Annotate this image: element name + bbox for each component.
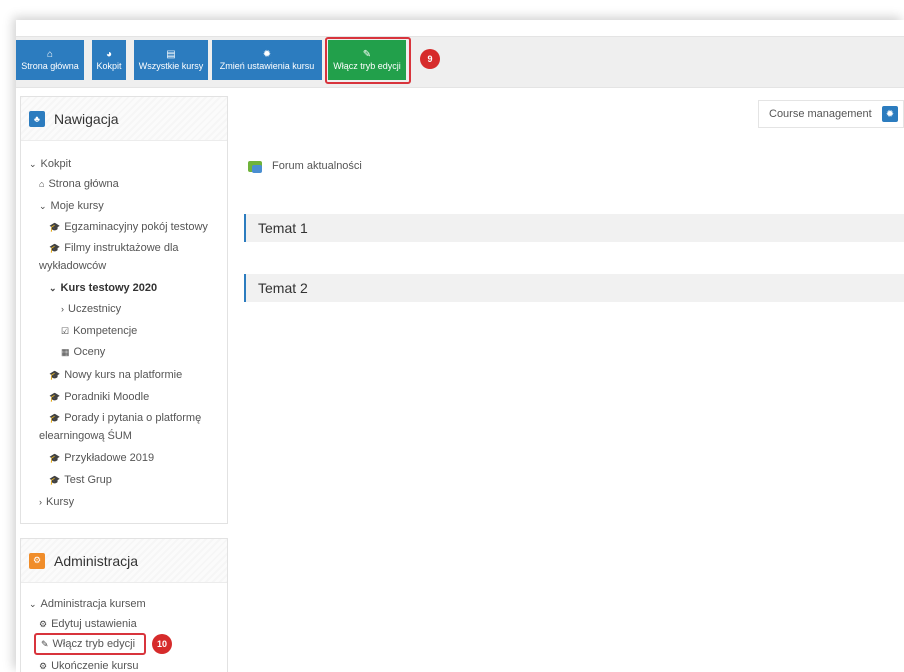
graduation-cap-icon: 🎓	[49, 222, 61, 232]
nav-course-item[interactable]: 🎓 Przykładowe 2019	[49, 449, 154, 467]
admin-edit-mode-highlight	[34, 633, 146, 655]
forum-icon	[248, 160, 262, 173]
gear-icon: ✹	[882, 106, 898, 122]
nav-item-home[interactable]: ⌂ Strona główna	[39, 175, 119, 193]
nav-course-item[interactable]: 🎓 Nowy kurs na platformie	[49, 366, 182, 384]
nav-course-item[interactable]: 🎓 Poradniki Moodle	[49, 388, 149, 406]
navigation-header: ♣ Nawigacja	[21, 97, 227, 141]
graduation-cap-icon: 🎓	[49, 370, 61, 380]
nav-item-competencies[interactable]: ☑ Kompetencje	[61, 322, 137, 340]
nav-course-item[interactable]: 🎓 Test Grup	[49, 471, 112, 489]
chevron-down-icon: ⌄	[29, 159, 37, 169]
sitemap-icon: ♣	[29, 110, 45, 127]
dashboard-icon: ◕	[105, 48, 113, 60]
administration-title: Administracja	[54, 552, 139, 569]
chevron-down-icon: ⌄	[49, 283, 57, 293]
chevron-right-icon: ›	[39, 497, 42, 507]
section-header[interactable]: Temat 1	[244, 214, 904, 242]
home-icon: ⌂	[39, 179, 45, 189]
admin-item-course-admin[interactable]: ⌄ Administracja kursem	[29, 595, 146, 613]
nav-item-participants[interactable]: › Uczestnicy	[61, 300, 121, 318]
step-badge-10: 10	[152, 634, 172, 654]
nav-item-current-course[interactable]: ⌄ Kurs testowy 2020	[49, 279, 157, 297]
nav-course-item[interactable]: 🎓 Porady i pytania o platformę	[49, 409, 201, 427]
home-button[interactable]: ⌂ Strona główna	[16, 40, 84, 80]
all-courses-button[interactable]: ▤ Wszystkie kursy	[134, 40, 208, 80]
nav-item-my-courses[interactable]: ⌄ Moje kursy	[39, 197, 104, 215]
nav-item-kokpit[interactable]: ⌄ Kokpit	[29, 155, 71, 173]
edit-mode-highlight	[325, 37, 411, 84]
checkbox-icon: ☑	[61, 326, 70, 336]
top-toolbar: ⌂ Strona główna ◕ Kokpit ▤ Wszystkie kur…	[16, 36, 904, 88]
nav-course-item-continued[interactable]: wykładowców	[39, 257, 106, 275]
administration-block: ⚙ Administracja ⌄ Administracja kursem ⚙ E…	[20, 538, 228, 672]
graduation-cap-icon: 🎓	[49, 243, 61, 253]
gear-icon: ✹	[262, 48, 272, 60]
book-icon: ▤	[166, 48, 176, 60]
admin-item-edit-settings[interactable]: ⚙ Edytuj ustawienia	[39, 615, 137, 633]
graduation-cap-icon: 🎓	[49, 392, 61, 402]
dashboard-button[interactable]: ◕ Kokpit	[92, 40, 126, 80]
section-header[interactable]: Temat 2	[244, 274, 904, 302]
graduation-cap-icon: 🎓	[49, 475, 61, 485]
nav-course-item[interactable]: 🎓 Filmy instruktażowe dla	[49, 239, 179, 257]
app-window: ⌂ Strona główna ◕ Kokpit ▤ Wszystkie kur…	[16, 20, 904, 672]
navigation-block: ♣ Nawigacja ⌄ Kokpit ⌂ Strona główna ⌄ Moje…	[20, 96, 228, 524]
administration-header: ⚙ Administracja	[21, 539, 227, 583]
course-settings-button[interactable]: ✹ Zmień ustawienia kursu	[212, 40, 322, 80]
gear-icon: ⚙	[39, 619, 48, 629]
chevron-right-icon: ›	[61, 304, 64, 314]
home-icon: ⌂	[46, 48, 54, 60]
nav-course-item-continued[interactable]: elearningową ŚUM	[39, 427, 132, 445]
nav-item-courses[interactable]: › Kursy	[39, 493, 74, 511]
nav-item-grades[interactable]: ▦ Oceny	[61, 343, 105, 361]
gear-icon: ⚙	[39, 661, 48, 671]
course-management-button[interactable]: Course management ✹	[758, 100, 904, 128]
admin-item-course-completion[interactable]: ⚙ Ukończenie kursu	[39, 657, 139, 672]
graduation-cap-icon: 🎓	[49, 453, 61, 463]
chevron-down-icon: ⌄	[29, 599, 37, 609]
graduation-cap-icon: 🎓	[49, 413, 61, 423]
table-icon: ▦	[61, 347, 70, 357]
forum-link[interactable]: Forum aktualności	[248, 160, 362, 173]
chevron-down-icon: ⌄	[39, 201, 47, 211]
cogs-icon: ⚙	[29, 552, 45, 569]
nav-course-item[interactable]: 🎓 Egzaminacyjny pokój testowy	[49, 218, 208, 236]
navigation-title: Nawigacja	[54, 110, 119, 127]
step-badge-9: 9	[420, 49, 440, 69]
